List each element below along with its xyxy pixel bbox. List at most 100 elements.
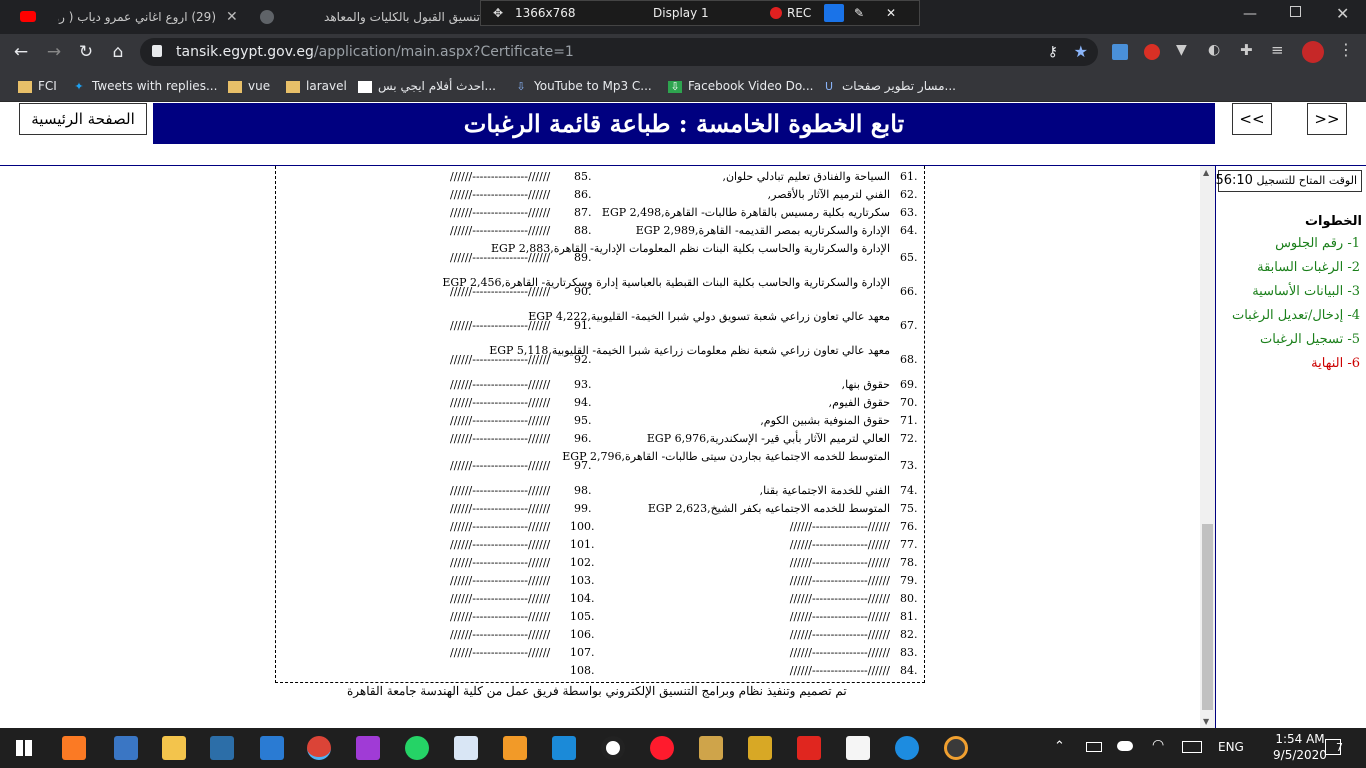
record-app-icon[interactable] [601,736,625,760]
star-icon[interactable]: ★ [1074,38,1088,66]
vertical-scrollbar[interactable]: ▲ ▼ [1200,166,1215,728]
file-explorer-icon[interactable] [162,736,186,760]
url-input[interactable]: tansik.egypt.gov.eg/application/main.asp… [140,38,1098,66]
bookmark-egybest[interactable]: احدث أفلام ايجي بس... [358,70,496,102]
whatsapp-icon[interactable] [405,736,429,760]
clock[interactable]: 1:54 AM 9/5/2020 [1270,731,1330,763]
close-icon[interactable]: ✕ [886,1,896,25]
puzzle-icon[interactable]: ✚ [1240,41,1253,59]
timer-box: الوقت المتاح للتسجيل 56:10 [1215,170,1362,192]
scroll-thumb[interactable] [1202,524,1213,710]
item-number: 77. [900,538,918,551]
resolution-label[interactable]: 1366x768 [515,1,576,25]
home-button[interactable]: الصفحة الرئيسية [19,103,147,135]
wifi-icon[interactable]: ◠ [1152,737,1164,753]
tab-youtube[interactable]: (29) اروع اغاني عمرو دياب ( روعه ال ✕ [0,0,246,34]
vscode-icon[interactable] [552,736,576,760]
item-number: 86. [574,188,592,201]
restore-icon[interactable] [1290,6,1301,17]
menu-icon[interactable]: ⋮ [1338,40,1354,59]
item-text: //////---------------////// [450,520,551,533]
screen-icon[interactable] [824,4,844,22]
edge-icon[interactable] [895,736,919,760]
phpstorm-icon[interactable] [356,736,380,760]
prev-button[interactable]: << [1232,103,1272,135]
chrome-icon[interactable] [307,736,331,760]
bookmark-fci[interactable]: FCI [18,70,57,102]
step-item[interactable]: 4- إدخال/تعديل الرغبات [1232,308,1360,323]
next-button[interactable]: >> [1307,103,1347,135]
pdf-icon[interactable] [797,736,821,760]
step-item[interactable]: 3- البيانات الأساسية [1252,284,1360,299]
scroll-up-icon[interactable]: ▲ [1203,168,1209,177]
sublime-icon[interactable] [503,736,527,760]
battery-icon[interactable] [1086,742,1102,752]
chevron-up-icon[interactable]: ⌃ [1054,739,1065,754]
step-item[interactable]: 6- النهاية [1311,356,1360,371]
extension-icon-2[interactable] [1144,44,1160,60]
tab-tansik[interactable]: تنسيق القبول بالكليات والمعاهد [250,0,480,34]
scroll-down-icon[interactable]: ▼ [1203,717,1209,726]
twitter-icon: ✦ [74,79,84,93]
bookmark-facebook-video[interactable]: ⇩ Facebook Video Do... [668,70,813,102]
step-item[interactable]: 2- الرغبات السابقة [1257,260,1360,275]
bookmark-youtube-mp3[interactable]: ⇩ YouTube to Mp3 C... [514,70,651,102]
record-icon[interactable] [770,7,782,19]
home-icon[interactable]: ⌂ [107,40,129,64]
step-item[interactable]: 1- رقم الجلوس [1275,236,1360,251]
extension-icon-3[interactable]: ▼ [1176,42,1187,58]
extension-icon-1[interactable] [1112,44,1128,60]
bookmark-tweets[interactable]: ✦ Tweets with replies... [72,70,217,102]
language-indicator[interactable]: ENG [1218,740,1244,754]
paint-palette-icon[interactable] [699,736,723,760]
back-icon[interactable]: ← [10,40,32,64]
item-text: الإدارة والسكرتاريه بمصر القديمه- القاهر… [635,224,890,237]
cloud-icon[interactable] [1117,741,1133,751]
mail-icon[interactable] [260,736,284,760]
tab-title: (29) اروع اغاني عمرو دياب ( روعه ال [58,10,216,24]
windows-start-icon[interactable] [16,740,32,756]
reload-icon[interactable]: ↻ [75,40,97,64]
cards-icon[interactable] [846,736,870,760]
media-icon[interactable]: ≡ [1271,41,1284,59]
minimize-icon[interactable]: — [1243,6,1257,22]
media-player-icon[interactable] [944,736,968,760]
lock-icon[interactable] [152,45,162,57]
extension-icon-4[interactable]: ◐ [1208,42,1220,58]
item-number: 82. [900,628,918,641]
paint-icon[interactable] [114,736,138,760]
keyboard-icon[interactable] [1182,741,1202,753]
item-text: حقوق الفيوم, [828,396,890,409]
bookmark-laravel[interactable]: laravel [286,70,347,102]
item-number: 88. [574,224,592,237]
rec-label[interactable]: REC [787,1,811,25]
window-close-icon[interactable]: ✕ [1336,4,1349,23]
forward-icon[interactable]: → [43,40,65,64]
date: 9/5/2020 [1273,748,1327,762]
item-number: 85. [574,170,592,183]
xampp-icon[interactable] [62,736,86,760]
bookmark-vue[interactable]: vue [228,70,270,102]
item-number: 63. [900,206,918,219]
windows-taskbar: ⌃ ◠ ENG 1:54 AM 9/5/2020 7 [0,728,1366,768]
app-icon[interactable] [210,736,234,760]
steps-sidebar: الوقت المتاح للتسجيل 56:10 الخطوات 1- رق… [1215,166,1366,728]
bookmark-masar[interactable]: U مسار تطوير صفحات... [822,70,956,102]
footer-credit: تم تصميم وتنفيذ نظام وبرامج التنسيق الإل… [347,684,847,698]
bookmark-label: Facebook Video Do... [688,79,814,93]
item-number: 99. [574,502,592,515]
cursor-icon[interactable]: ✥ [493,1,503,25]
window-icon[interactable] [454,736,478,760]
item-text: //////---------------////// [450,378,551,391]
item-number: 90. [574,285,592,298]
game-icon[interactable] [748,736,772,760]
pen-icon[interactable]: ✎ [854,1,864,25]
url-path: /application/main.aspx?Certificate=1 [313,44,574,60]
avatar[interactable] [1302,41,1324,63]
display-label[interactable]: Display 1 [653,1,709,25]
close-icon[interactable]: ✕ [226,0,238,34]
step-item[interactable]: 5- تسجيل الرغبات [1260,332,1360,347]
key-icon[interactable]: ⚷ [1048,38,1058,66]
item-text: السياحة والفنادق تعليم تبادلي حلوان, [722,170,890,183]
opera-icon[interactable] [650,736,674,760]
